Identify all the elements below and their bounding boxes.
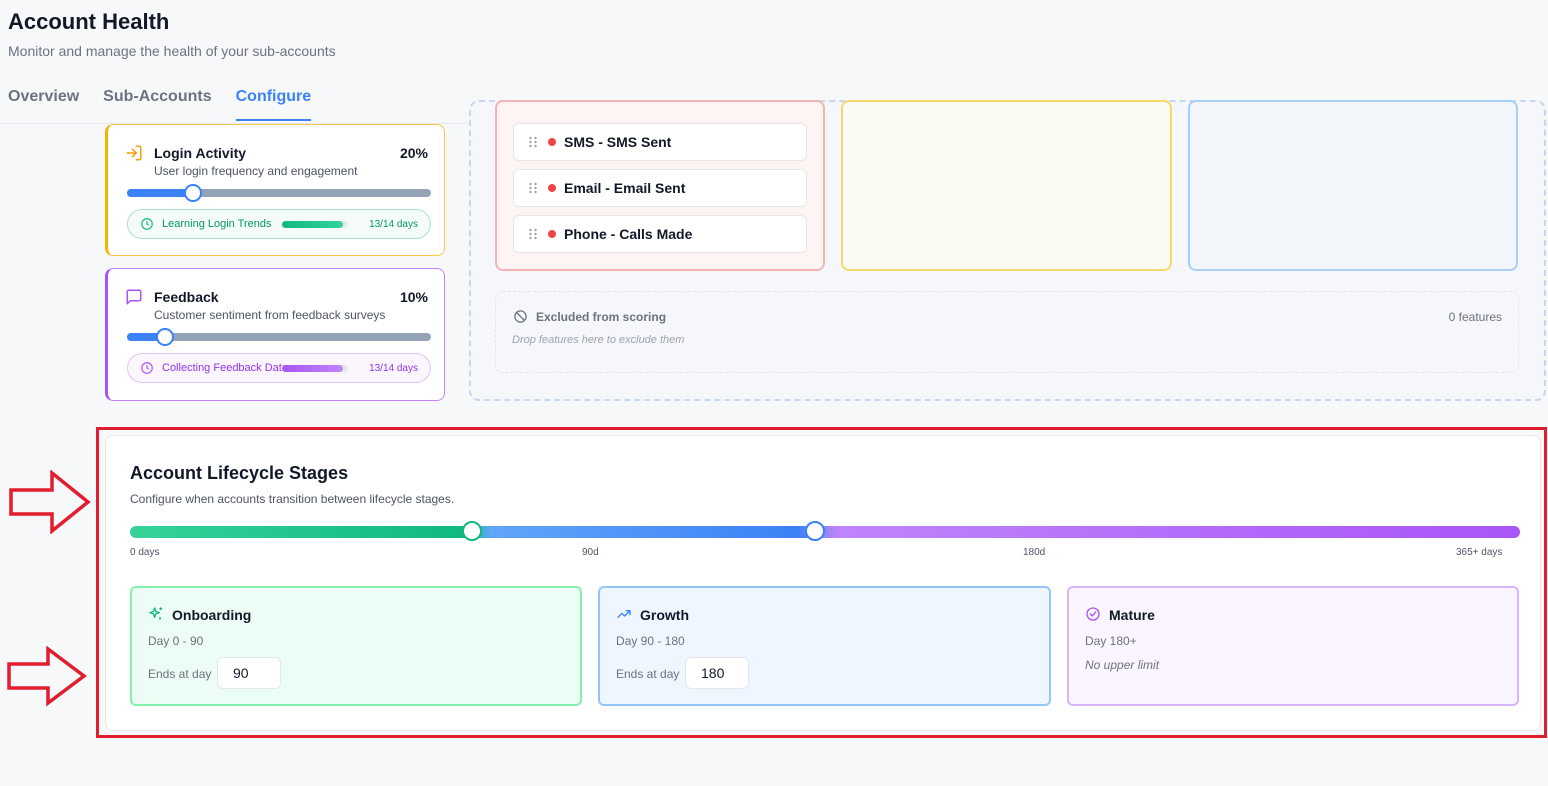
growth-end-thumb[interactable]: [805, 521, 825, 541]
feature-chip-sms[interactable]: SMS - SMS Sent: [513, 123, 807, 161]
annotation-arrow-icon: [7, 646, 87, 707]
feature-description: User login frequency and engagement: [154, 164, 358, 178]
clock-icon: [141, 218, 153, 230]
feature-card-login-activity[interactable]: Login Activity 20% User login frequency …: [105, 124, 445, 256]
excluded-count: 0 features: [1448, 310, 1502, 324]
stage-title: Growth: [640, 607, 689, 623]
status-progress-fill: [282, 364, 344, 372]
stage-card-mature: Mature Day 180+ No upper limit: [1067, 586, 1519, 706]
status-label: Learning Login Trends: [162, 218, 272, 230]
tick-label: 90d: [582, 547, 599, 558]
status-progress-bar: [282, 364, 348, 372]
growth-end-day-input[interactable]: [685, 657, 749, 689]
tick-label: 365+ days: [1456, 547, 1503, 558]
excluded-drop-area[interactable]: Excluded from scoring 0 features Drop fe…: [495, 291, 1519, 373]
feature-card-feedback[interactable]: Feedback 10% Customer sentiment from fee…: [105, 268, 445, 401]
feature-chip-label: SMS - SMS Sent: [564, 134, 672, 150]
feature-chip-phone[interactable]: Phone - Calls Made: [513, 215, 807, 253]
drag-handle-icon[interactable]: [528, 182, 538, 194]
stage-note: No upper limit: [1085, 658, 1160, 672]
onboarding-end-thumb[interactable]: [462, 521, 482, 541]
login-icon: [126, 145, 142, 161]
tab-overview[interactable]: Overview: [8, 88, 79, 121]
stage-title: Onboarding: [172, 607, 252, 623]
excluded-hint: Drop features here to exclude them: [512, 334, 685, 346]
onboarding-end-day-input[interactable]: [217, 657, 281, 689]
feature-weight: 20%: [399, 145, 428, 161]
stage-range: Day 0 - 90: [148, 634, 204, 648]
tab-configure[interactable]: Configure: [235, 88, 312, 121]
status-progress-bar: [282, 220, 348, 228]
status-progress-fill: [282, 220, 344, 228]
lifecycle-subtitle: Configure when accounts transition betwe…: [130, 492, 455, 506]
feature-chip-label: Phone - Calls Made: [564, 226, 693, 242]
weight-slider-thumb[interactable]: [184, 184, 202, 202]
ends-at-label: Ends at day: [616, 667, 680, 681]
feature-chip-email[interactable]: Email - Email Sent: [513, 169, 807, 207]
feature-weight: 10%: [399, 289, 428, 305]
status-days: 13/14 days: [369, 218, 418, 230]
status-dot: [548, 230, 556, 238]
stage-card-growth: Growth Day 90 - 180 Ends at day: [598, 586, 1051, 706]
feature-description: Customer sentiment from feedback surveys: [154, 308, 386, 322]
stage-range: Day 90 - 180: [616, 634, 685, 648]
learning-status-pill: Collecting Feedback Data 13/14 days: [127, 353, 431, 383]
status-dot: [548, 138, 556, 146]
excluded-title: Excluded from scoring: [536, 310, 667, 324]
status-dot: [548, 184, 556, 192]
stage-title: Mature: [1109, 607, 1155, 623]
tab-sub-accounts[interactable]: Sub-Accounts: [103, 88, 211, 121]
drag-handle-icon[interactable]: [528, 136, 538, 148]
tab-bar: Overview Sub-Accounts Configure: [8, 88, 312, 121]
tick-label: 180d: [1023, 547, 1046, 558]
drag-handle-icon[interactable]: [528, 228, 538, 240]
lifecycle-title: Account Lifecycle Stages: [130, 463, 349, 483]
tick-label: 0 days: [130, 547, 160, 558]
page-title: Account Health: [8, 9, 170, 34]
feature-chip-label: Email - Email Sent: [564, 180, 686, 196]
annotation-arrow-icon: [9, 470, 91, 534]
ends-at-label: Ends at day: [148, 667, 212, 681]
stage-card-onboarding: Onboarding Day 0 - 90 Ends at day: [130, 586, 582, 706]
ban-icon: [514, 310, 527, 323]
weight-slider-thumb[interactable]: [156, 328, 174, 346]
page-subtitle: Monitor and manage the health of your su…: [8, 43, 336, 59]
lifecycle-slider-track[interactable]: [130, 526, 1520, 538]
feature-title: Login Activity: [154, 145, 247, 161]
feature-title: Feedback: [154, 289, 219, 305]
trending-up-icon: [617, 610, 631, 618]
bucket-yellow[interactable]: [841, 100, 1172, 271]
weight-slider[interactable]: [127, 328, 431, 346]
weight-slider[interactable]: [127, 184, 431, 202]
status-label: Collecting Feedback Data: [162, 362, 288, 374]
status-days: 13/14 days: [369, 362, 418, 374]
check-circle-icon: [1086, 607, 1100, 621]
bucket-blue[interactable]: [1188, 100, 1518, 271]
sparkles-icon: [149, 607, 162, 620]
chat-icon: [126, 289, 142, 305]
clock-icon: [141, 362, 153, 374]
learning-status-pill: Learning Login Trends 13/14 days: [127, 209, 431, 239]
stage-range: Day 180+: [1085, 634, 1137, 648]
